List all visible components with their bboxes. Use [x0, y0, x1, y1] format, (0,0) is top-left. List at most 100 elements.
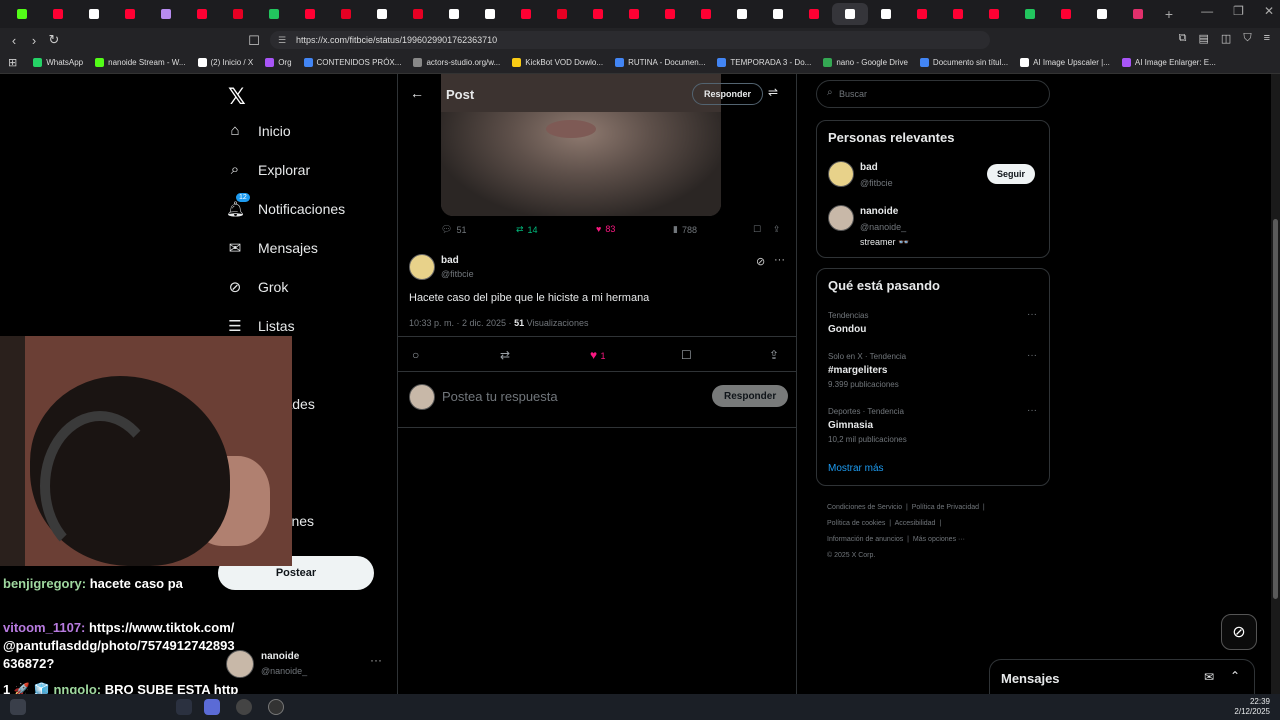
x-logo-icon[interactable]: 𝕏: [228, 84, 246, 110]
more-icon[interactable]: ···: [370, 653, 382, 667]
like-button[interactable]: ♥ 1: [590, 348, 605, 362]
more-icon[interactable]: ···: [1027, 405, 1037, 416]
views-stat[interactable]: ▮ 788: [673, 224, 697, 235]
retweet-stat[interactable]: ⇄ 14: [516, 224, 538, 235]
forward-icon[interactable]: ›: [24, 33, 44, 48]
show-more-link[interactable]: Mostrar más: [828, 463, 884, 474]
like-stat[interactable]: ♥ 83: [596, 224, 615, 234]
retweet-icon[interactable]: ⇄: [500, 348, 510, 362]
wallet-icon[interactable]: ◫: [1221, 32, 1231, 45]
discord-icon[interactable]: [204, 699, 220, 715]
nav-item-mail[interactable]: ✉ Mensajes: [226, 239, 318, 257]
browser-tab[interactable]: [1012, 3, 1048, 25]
browser-tab[interactable]: [976, 3, 1012, 25]
browser-tab[interactable]: [832, 3, 868, 25]
obs-icon[interactable]: [236, 699, 252, 715]
comment-icon[interactable]: ○: [412, 348, 419, 362]
bookmark-item[interactable]: TEMPORADA 3 - Do...: [717, 58, 811, 67]
browser-tab[interactable]: [292, 3, 328, 25]
browser-tab[interactable]: [112, 3, 148, 25]
footer-link[interactable]: Condiciones de Servicio: [827, 504, 902, 511]
account-switcher[interactable]: nanoide @nanoide_ ···: [226, 649, 386, 679]
bookmark-item[interactable]: RUTINA - Documen...: [615, 58, 705, 67]
back-icon[interactable]: ‹: [4, 33, 24, 48]
browser-tab[interactable]: [544, 3, 580, 25]
browser-tab[interactable]: [940, 3, 976, 25]
new-message-icon[interactable]: ✉: [1204, 670, 1214, 684]
browser-tab[interactable]: [904, 3, 940, 25]
new-tab-icon[interactable]: +: [1156, 6, 1182, 22]
back-arrow-icon[interactable]: ←: [410, 85, 424, 101]
apps-grid-icon[interactable]: ⊞: [8, 56, 17, 69]
browser-tab[interactable]: [76, 3, 112, 25]
browser-tab[interactable]: [328, 3, 364, 25]
bookmark-item[interactable]: actors-studio.org/w...: [413, 58, 500, 67]
browser-tab[interactable]: [220, 3, 256, 25]
browser-tab[interactable]: [40, 3, 76, 25]
bookmark-item[interactable]: KickBot VOD Dowlo...: [512, 58, 603, 67]
start-icon[interactable]: [10, 699, 26, 715]
more-icon[interactable]: ···: [1027, 350, 1037, 361]
browser-tab[interactable]: [256, 3, 292, 25]
site-info-icon[interactable]: ☰: [278, 35, 286, 46]
bookmark-item[interactable]: (2) Inicio / X: [197, 58, 253, 67]
reply-author-name[interactable]: bad: [441, 255, 459, 266]
browser-tab[interactable]: [364, 3, 400, 25]
extensions-icon[interactable]: ⧉: [1179, 32, 1187, 45]
shield-icon[interactable]: ⛉: [1243, 32, 1251, 45]
browser-tab[interactable]: [868, 3, 904, 25]
footer-link[interactable]: Política de cookies: [827, 520, 885, 527]
search-input[interactable]: ⌕ Buscar: [816, 80, 1050, 108]
browser-tab[interactable]: [796, 3, 832, 25]
bookmark-item[interactable]: Org: [265, 58, 292, 67]
nav-item-bell[interactable]: 🔔︎ 12 Notificaciones: [226, 193, 345, 218]
nav-item-home[interactable]: ⌂ Inicio: [226, 122, 290, 139]
bookmark-item[interactable]: nano - Google Drive: [823, 58, 908, 67]
system-clock[interactable]: 22:39 2/12/2025: [1234, 697, 1270, 717]
nav-item-list[interactable]: ☰ Listas: [226, 317, 294, 335]
browser-tab[interactable]: [4, 3, 40, 25]
more-icon[interactable]: ···: [774, 254, 785, 266]
scrollbar[interactable]: [1271, 74, 1280, 694]
scrollbar-thumb[interactable]: [1273, 219, 1278, 599]
bookmark-item[interactable]: CONTENIDOS PRÓX...: [303, 58, 401, 67]
messages-dock[interactable]: Mensajes ✉ ⌃: [989, 659, 1255, 695]
maximize-icon[interactable]: ❐: [1233, 4, 1244, 18]
reply-header-button[interactable]: Responder: [692, 83, 764, 105]
post-image[interactable]: [441, 112, 721, 216]
bookmark-icon[interactable]: ☐: [681, 348, 692, 362]
share-icon[interactable]: ⇪: [773, 224, 781, 235]
browser-tab[interactable]: [724, 3, 760, 25]
share-icon[interactable]: ⇪: [769, 348, 779, 362]
browser-tab[interactable]: [184, 3, 220, 25]
reply-input[interactable]: Postea tu respuesta: [442, 389, 558, 404]
bookmark-page-icon[interactable]: ☐: [244, 33, 264, 49]
browser-tab[interactable]: [688, 3, 724, 25]
browser-tab[interactable]: [580, 3, 616, 25]
footer-link[interactable]: Información de anuncios: [827, 536, 903, 543]
reply-author-handle[interactable]: @fitbcie: [441, 269, 474, 279]
browser-tab[interactable]: [148, 3, 184, 25]
recording-icon[interactable]: [268, 699, 284, 715]
footer-link[interactable]: Accesibilidad: [895, 520, 936, 527]
reply-submit-button[interactable]: Responder: [712, 385, 789, 407]
browser-tab[interactable]: [1084, 3, 1120, 25]
menu-icon[interactable]: ≡: [1264, 32, 1270, 45]
footer-link[interactable]: Más opciones ···: [913, 536, 965, 543]
avatar[interactable]: [409, 254, 435, 280]
browser-tab[interactable]: [760, 3, 796, 25]
browser-tab[interactable]: [1048, 3, 1084, 25]
more-icon[interactable]: ···: [1027, 309, 1037, 320]
url-field[interactable]: ☰ https://x.com/fitbcie/status/199602990…: [270, 31, 990, 49]
browser-tab[interactable]: [616, 3, 652, 25]
bookmark-item[interactable]: AI Image Upscaler |...: [1020, 58, 1110, 67]
minimize-icon[interactable]: —: [1201, 4, 1213, 18]
expand-icon[interactable]: ⌃: [1230, 669, 1240, 683]
browser-tab[interactable]: [400, 3, 436, 25]
footer-link[interactable]: Política de Privacidad: [912, 504, 979, 511]
browser-tab[interactable]: [652, 3, 688, 25]
nav-item-grok[interactable]: ⊘ Grok: [226, 278, 289, 296]
browser-tab[interactable]: [508, 3, 544, 25]
filter-icon[interactable]: ⇌: [768, 85, 778, 99]
bookmark-item[interactable]: nanoide Stream - W...: [95, 58, 186, 67]
